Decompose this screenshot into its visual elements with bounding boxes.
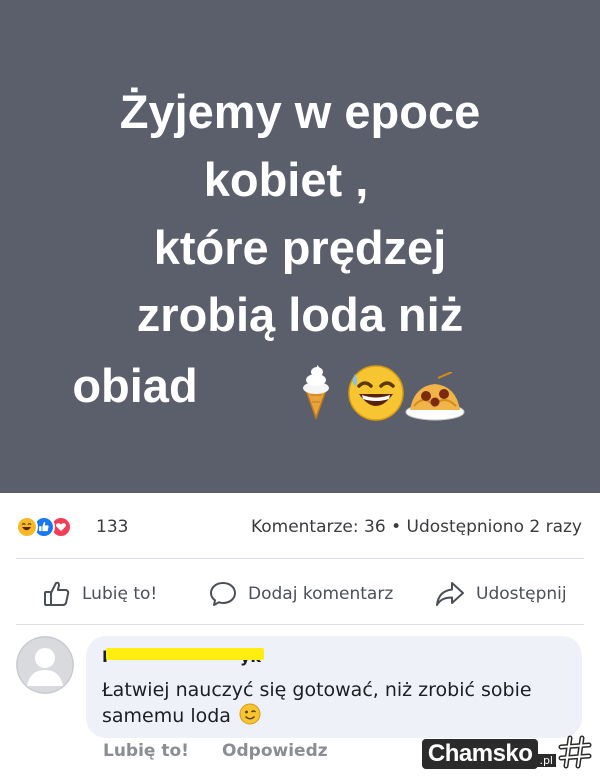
like-button[interactable]: Lubię to! — [42, 572, 157, 616]
commenter-avatar[interactable] — [16, 636, 74, 694]
reaction-icons[interactable] — [16, 516, 92, 538]
spaghetti-icon — [405, 372, 465, 421]
comment-label: Dodaj komentarz — [248, 584, 394, 604]
hashtag-logo-icon — [558, 735, 592, 769]
ice-cream-icon — [303, 365, 329, 420]
name-redaction-highlight — [106, 648, 264, 660]
comment-actions: Lubię to! Odpowiedz — [103, 741, 356, 765]
post-actions: Lubię to! Dodaj komentarz Udostępnij — [0, 572, 600, 616]
shares-count-link[interactable]: Udostępniono 2 razy — [407, 517, 583, 537]
comments-count-link[interactable]: Komentarze: 36 — [251, 517, 386, 537]
post-stats: 133 Komentarze: 36 • Udostępniono 2 razy — [0, 508, 600, 546]
share-arrow-icon — [436, 582, 464, 606]
post-meta: Komentarze: 36 • Udostępniono 2 razy — [251, 517, 582, 537]
like-label: Lubię to! — [82, 584, 158, 604]
post-line-3: które prędzej — [153, 221, 447, 274]
thumbs-up-icon — [44, 581, 70, 606]
post-image: Żyjemy w epoce kobiet , które prędzej zr… — [0, 0, 600, 493]
divider — [16, 558, 584, 559]
share-label: Udostępnij — [476, 584, 567, 604]
haha-reaction-icon — [16, 516, 38, 538]
share-button[interactable]: Udostępnij — [434, 572, 567, 616]
comment-bubble: P yk Łatwiej nauczyć się gotować, niż zr… — [86, 636, 582, 738]
post-line-2: kobiet , — [203, 153, 369, 206]
watermark-brand: Chamsko — [421, 739, 539, 769]
chamsko-watermark: Chamsko .pl — [421, 735, 592, 769]
post-line-4: zrobią loda niż — [136, 288, 464, 341]
speech-bubble-icon — [210, 582, 236, 606]
winking-emoji — [239, 703, 261, 725]
default-avatar-icon — [16, 636, 74, 694]
divider — [16, 624, 584, 625]
comment-text: Łatwiej nauczyć się gotować, niż zrobić … — [102, 677, 572, 729]
reaction-count[interactable]: 133 — [96, 517, 128, 537]
meta-separator: • — [391, 517, 402, 537]
comment-body: Łatwiej nauczyć się gotować, niż zrobić … — [102, 679, 532, 727]
post-line-1: Żyjemy w epoce — [119, 85, 481, 138]
watermark-suffix: .pl — [536, 754, 556, 767]
comment-button[interactable]: Dodaj komentarz — [208, 572, 393, 616]
laughing-sweat-emoji — [348, 365, 404, 421]
comment-reply-button[interactable]: Odpowiedz — [222, 741, 328, 761]
comment-like-button[interactable]: Lubię to! — [103, 741, 189, 761]
